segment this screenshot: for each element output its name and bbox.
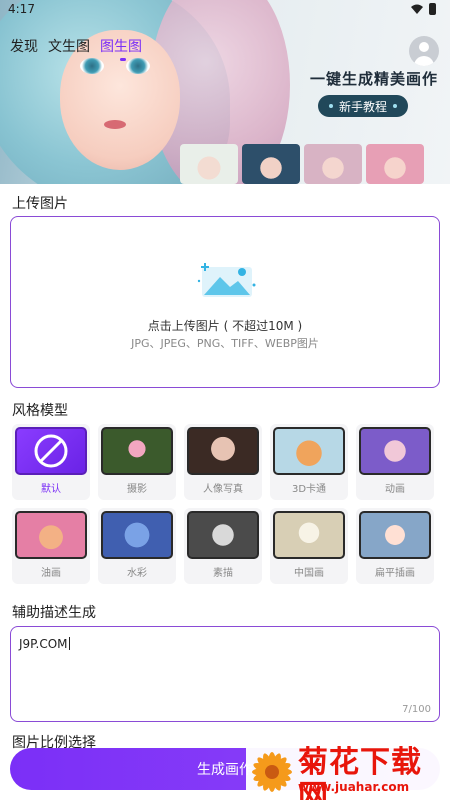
tab-discover[interactable]: 发现 [10, 36, 38, 56]
style-default[interactable]: 默认 [12, 424, 90, 500]
style-animation[interactable]: 动画 [356, 424, 434, 500]
prompt-value-wrapper: J9P.COM [19, 637, 70, 651]
style-label: 默认 [41, 484, 61, 495]
text-caret [68, 637, 70, 650]
style-3d-cartoon[interactable]: 3D卡通 [270, 424, 348, 500]
tab-image-to-image[interactable]: 图生图 [100, 36, 142, 61]
flower-logo-icon [252, 752, 292, 792]
upload-area[interactable]: 点击上传图片 ( 不超过10M ) JPG、JPEG、PNG、TIFF、WEBP… [10, 216, 440, 388]
avatar[interactable] [409, 36, 439, 66]
upload-title: 点击上传图片 ( 不超过10M ) [147, 319, 303, 333]
prompt-value: J9P.COM [19, 637, 68, 651]
tutorial-button-label: 新手教程 [338, 99, 387, 114]
sample-thumbnail[interactable] [366, 144, 424, 184]
style-chinese-painting[interactable]: 中国画 [270, 508, 348, 584]
dot-icon [393, 104, 397, 108]
style-label: 素描 [213, 568, 233, 579]
ban-icon [34, 434, 68, 468]
watermark: 菊花下载网 www.juahar.com [246, 744, 450, 800]
status-icons [411, 3, 436, 15]
style-image [359, 427, 431, 475]
style-label: 中国画 [294, 568, 324, 579]
wifi-icon [411, 4, 423, 14]
tab-image-to-image-label: 图生图 [100, 39, 142, 55]
style-portrait[interactable]: 人像写真 [184, 424, 262, 500]
style-flat-illustration[interactable]: 扁平插画 [356, 508, 434, 584]
style-label: 摄影 [127, 484, 147, 495]
banner[interactable]: 一键生成精美画作 新手教程 [0, 0, 450, 184]
prompt-section-title: 辅助描述生成 [12, 605, 96, 621]
upload-formats: JPG、JPEG、PNG、TIFF、WEBP图片 [131, 337, 319, 350]
upload-section-title: 上传图片 [12, 196, 68, 212]
style-image [187, 427, 259, 475]
tutorial-button[interactable]: 新手教程 [318, 95, 408, 117]
style-sketch[interactable]: 素描 [184, 508, 262, 584]
style-label: 人像写真 [203, 484, 243, 495]
style-oil-painting[interactable]: 油画 [12, 508, 90, 584]
style-watercolor[interactable]: 水彩 [98, 508, 176, 584]
style-default-image [15, 427, 87, 475]
battery-icon [429, 3, 436, 15]
banner-eye-left [80, 58, 104, 74]
status-time: 4:17 [8, 2, 35, 16]
style-label: 水彩 [127, 568, 147, 579]
style-image [101, 511, 173, 559]
style-image [187, 511, 259, 559]
banner-lips [104, 120, 126, 129]
dot-icon [328, 104, 333, 108]
style-label: 动画 [385, 484, 405, 495]
style-image [359, 511, 431, 559]
sample-thumbnail[interactable] [242, 144, 300, 184]
style-image [273, 427, 345, 475]
active-tab-indicator [120, 58, 126, 61]
prompt-input[interactable]: J9P.COM 7/100 [10, 626, 440, 722]
sample-thumbnail[interactable] [180, 144, 238, 184]
generate-button-label: 生成画作 [197, 762, 253, 778]
image-upload-icon [197, 263, 256, 297]
style-image [101, 427, 173, 475]
user-icon [419, 42, 429, 52]
watermark-url: www.juahar.com [298, 780, 410, 794]
style-image [15, 511, 87, 559]
style-label: 3D卡通 [291, 484, 327, 495]
banner-eye-right [126, 58, 150, 74]
sample-thumbnails [180, 144, 424, 184]
style-section-title: 风格模型 [12, 403, 68, 419]
sample-thumbnail[interactable] [304, 144, 362, 184]
page: 一键生成精美画作 新手教程 4:17 发现 文生图 图生图 上传图片 点击上传图… [0, 0, 450, 800]
style-image [273, 511, 345, 559]
tab-text-to-image[interactable]: 文生图 [48, 36, 90, 56]
prompt-counter: 7/100 [402, 704, 431, 715]
style-label: 油画 [41, 568, 61, 579]
style-photography[interactable]: 摄影 [98, 424, 176, 500]
banner-slogan: 一键生成精美画作 [310, 70, 439, 88]
style-label: 扁平插画 [375, 568, 415, 579]
style-grid: 默认 摄影 人像写真 3D卡通 动画 油画 水彩 素描 中国画 扁平插画 [12, 424, 438, 584]
top-tabs: 发现 文生图 图生图 [10, 36, 142, 61]
